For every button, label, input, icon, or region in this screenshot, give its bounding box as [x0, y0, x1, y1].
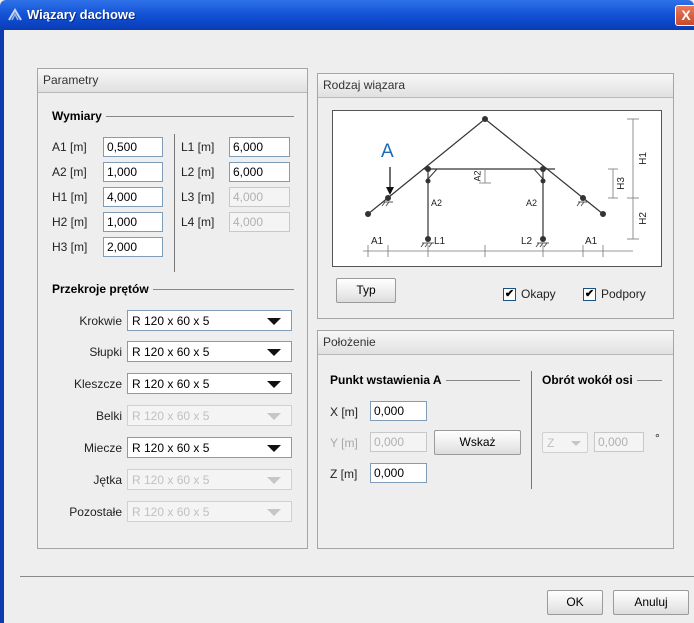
dim-a2-right: A2: [526, 198, 538, 208]
okapy-checkbox[interactable]: ✔: [503, 288, 516, 301]
h3-input[interactable]: 2,000: [103, 237, 163, 257]
typ-button[interactable]: Typ: [336, 278, 396, 303]
jetka-select[interactable]: R 120 x 60 x 5: [127, 469, 292, 490]
kleszcze-select[interactable]: R 120 x 60 x 5: [127, 373, 292, 394]
app-icon: [8, 8, 22, 21]
polozenie-header: Położenie: [318, 331, 673, 355]
dim-h1: H1: [637, 152, 649, 165]
chevron-down-icon: [571, 441, 581, 446]
wymiary-divider: [174, 134, 175, 272]
miecze-select[interactable]: R 120 x 60 x 5: [127, 437, 292, 458]
chevron-down-icon: [267, 318, 281, 325]
point-a-marker: A: [381, 141, 394, 162]
label-slupki: Słupki: [89, 345, 122, 359]
axis-value: Z: [547, 436, 555, 450]
h1-input[interactable]: 4,000: [103, 187, 163, 207]
title-bar[interactable]: Wiązary dachowe X: [0, 0, 694, 30]
krokwie-select[interactable]: R 120 x 60 x 5: [127, 310, 292, 331]
angle-input[interactable]: 0,000: [594, 432, 644, 452]
degree-symbol: °: [655, 431, 660, 445]
dim-a2-left: A2: [431, 198, 443, 208]
okapy-label: Okapy: [521, 287, 556, 301]
l4-input[interactable]: 4,000: [229, 212, 290, 232]
footer-separator: [20, 576, 694, 577]
chevron-down-icon: [267, 349, 281, 356]
label-l2: L2 [m]: [181, 165, 215, 179]
a2-input[interactable]: 1,000: [103, 162, 163, 182]
rodzaj-panel: Rodzaj wiązara A A1 L1 L2 A1 A2 A2 A2 H1…: [317, 73, 674, 319]
label-h2: H2 [m]: [52, 215, 88, 229]
dim-h2: H2: [637, 212, 649, 225]
pozostale-select[interactable]: R 120 x 60 x 5: [127, 501, 292, 522]
label-a2: A2 [m]: [52, 165, 87, 179]
dim-l1: L1: [434, 236, 446, 247]
polozenie-divider: [531, 371, 532, 489]
podpory-label: Podpory: [601, 287, 646, 301]
parametry-panel: Parametry Wymiary A1 [m] 0,500 A2 [m] 1,…: [37, 68, 308, 549]
belki-value: R 120 x 60 x 5: [132, 409, 210, 423]
dim-a2-center: A2: [472, 170, 483, 182]
a1-input[interactable]: 0,500: [103, 137, 163, 157]
label-l3: L3 [m]: [181, 190, 215, 204]
label-h3: H3 [m]: [52, 240, 88, 254]
ok-button[interactable]: OK: [547, 590, 603, 615]
chevron-down-icon: [267, 381, 281, 388]
h2-input[interactable]: 1,000: [103, 212, 163, 232]
window-title: Wiązary dachowe: [27, 7, 136, 22]
kleszcze-value: R 120 x 60 x 5: [132, 377, 210, 391]
chevron-down-icon: [267, 413, 281, 420]
label-kleszcze: Kleszcze: [73, 377, 122, 391]
label-krokwie: Krokwie: [79, 314, 122, 328]
label-a1: A1 [m]: [52, 140, 87, 154]
label-y: Y [m]: [330, 436, 358, 450]
rodzaj-header: Rodzaj wiązara: [318, 74, 673, 98]
punkt-title: Punkt wstawienia A: [330, 373, 446, 387]
l3-input[interactable]: 4,000: [229, 187, 290, 207]
label-pozostale: Pozostałe: [69, 505, 122, 519]
label-l4: L4 [m]: [181, 215, 215, 229]
krokwie-value: R 120 x 60 x 5: [132, 314, 210, 328]
dim-a1-right: A1: [585, 236, 598, 247]
l2-input[interactable]: 6,000: [229, 162, 290, 182]
chevron-down-icon: [267, 477, 281, 484]
chevron-down-icon: [267, 445, 281, 452]
label-miecze: Miecze: [83, 441, 122, 455]
label-h1: H1 [m]: [52, 190, 88, 204]
window-frame-left: [0, 30, 4, 623]
jetka-value: R 120 x 60 x 5: [132, 473, 210, 487]
axis-select[interactable]: Z: [542, 432, 588, 453]
wymiary-title: Wymiary: [52, 109, 106, 123]
truss-diagram: A A1 L1 L2 A1 A2 A2 A2 H1 H3 H2: [332, 110, 662, 267]
polozenie-panel: Położenie Punkt wstawienia A Obrót wokół…: [317, 330, 674, 549]
przekroje-title: Przekroje prętów: [52, 282, 153, 296]
close-button[interactable]: X: [675, 5, 694, 26]
label-x: X [m]: [330, 405, 359, 419]
pozostale-value: R 120 x 60 x 5: [132, 505, 210, 519]
dim-a1-left: A1: [371, 236, 384, 247]
dialog-window: Wiązary dachowe X Parametry Wymiary A1 […: [0, 0, 694, 623]
y-input[interactable]: 0,000: [370, 432, 427, 452]
x-input[interactable]: 0,000: [370, 401, 427, 421]
parametry-header: Parametry: [38, 69, 307, 93]
chevron-down-icon: [267, 509, 281, 516]
dim-l2: L2: [521, 236, 533, 247]
slupki-value: R 120 x 60 x 5: [132, 345, 210, 359]
dim-h3: H3: [615, 177, 627, 190]
label-belki: Belki: [95, 409, 122, 423]
podpory-checkbox[interactable]: ✔: [583, 288, 596, 301]
label-jetka: Jętka: [93, 473, 122, 487]
miecze-value: R 120 x 60 x 5: [132, 441, 210, 455]
label-l1: L1 [m]: [181, 140, 215, 154]
belki-select[interactable]: R 120 x 60 x 5: [127, 405, 292, 426]
label-z: Z [m]: [330, 467, 358, 481]
wskaz-button[interactable]: Wskaż: [434, 430, 521, 455]
slupki-select[interactable]: R 120 x 60 x 5: [127, 341, 292, 362]
anuluj-button[interactable]: Anuluj: [613, 590, 689, 615]
obrot-title: Obrót wokół osi: [542, 373, 637, 387]
z-input[interactable]: 0,000: [370, 463, 427, 483]
l1-input[interactable]: 6,000: [229, 137, 290, 157]
